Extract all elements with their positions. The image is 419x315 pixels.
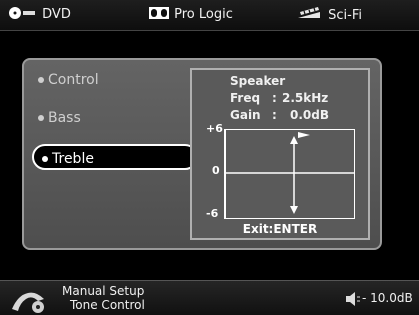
pointer-flag-icon xyxy=(298,132,310,138)
menu-path-line2: Tone Control xyxy=(70,298,145,312)
info-title: Speaker xyxy=(230,74,286,88)
menu-path-line1: Manual Setup xyxy=(62,284,145,298)
preset-indicator: Sci-Fi xyxy=(296,6,362,23)
menu-item-bass[interactable]: Bass xyxy=(38,110,81,126)
arrow-up-icon xyxy=(290,136,298,144)
freq-separator: : xyxy=(272,91,277,105)
speaker-info-box: Speaker Freq : 2.5kHz Gain : 0.0dB +6 0 … xyxy=(190,68,370,240)
bottom-status-bar: Manual Setup Tone Control - 10.0dB xyxy=(0,280,419,315)
menu-item-label: Bass xyxy=(48,110,81,126)
preset-label: Sci-Fi xyxy=(328,8,362,23)
disc-icon xyxy=(9,7,35,19)
source-indicator: DVD xyxy=(8,6,71,22)
speaker-volume-icon xyxy=(346,292,360,306)
gain-label: Gain xyxy=(230,108,261,122)
scale-mid-label: 0 xyxy=(212,164,220,177)
menu-item-label: Control xyxy=(48,72,99,88)
menu-item-treble[interactable]: Treble xyxy=(32,144,198,170)
arrow-down-icon xyxy=(290,206,298,214)
gain-separator: : xyxy=(272,108,277,122)
source-label: DVD xyxy=(42,7,71,22)
tone-control-panel: Control Bass Treble Speaker Freq : 2.5kH… xyxy=(22,58,382,250)
top-status-bar: DVD Pro Logic Sci-Fi xyxy=(0,0,419,31)
setup-icon xyxy=(12,292,44,313)
exit-hint: Exit:ENTER xyxy=(242,222,318,236)
bullet-icon xyxy=(42,156,48,162)
scale-top-label: +6 xyxy=(206,122,223,135)
bullet-icon xyxy=(38,77,44,83)
film-icon xyxy=(298,7,320,18)
bullet-icon xyxy=(38,115,44,121)
freq-value: 2.5kHz xyxy=(282,91,329,105)
audio-mode-label: Pro Logic xyxy=(174,7,233,22)
audio-mode-indicator: Pro Logic xyxy=(148,6,233,22)
scale-bottom-label: -6 xyxy=(206,207,219,220)
volume-level: - 10.0dB xyxy=(362,291,413,305)
gain-value: 0.0dB xyxy=(290,108,329,122)
menu-item-control[interactable]: Control xyxy=(38,72,99,88)
menu-item-label: Treble xyxy=(52,151,94,167)
dolby-icon xyxy=(149,7,169,19)
gain-graph-svg xyxy=(226,132,354,214)
gain-graph xyxy=(224,129,355,219)
freq-label: Freq xyxy=(230,91,261,105)
